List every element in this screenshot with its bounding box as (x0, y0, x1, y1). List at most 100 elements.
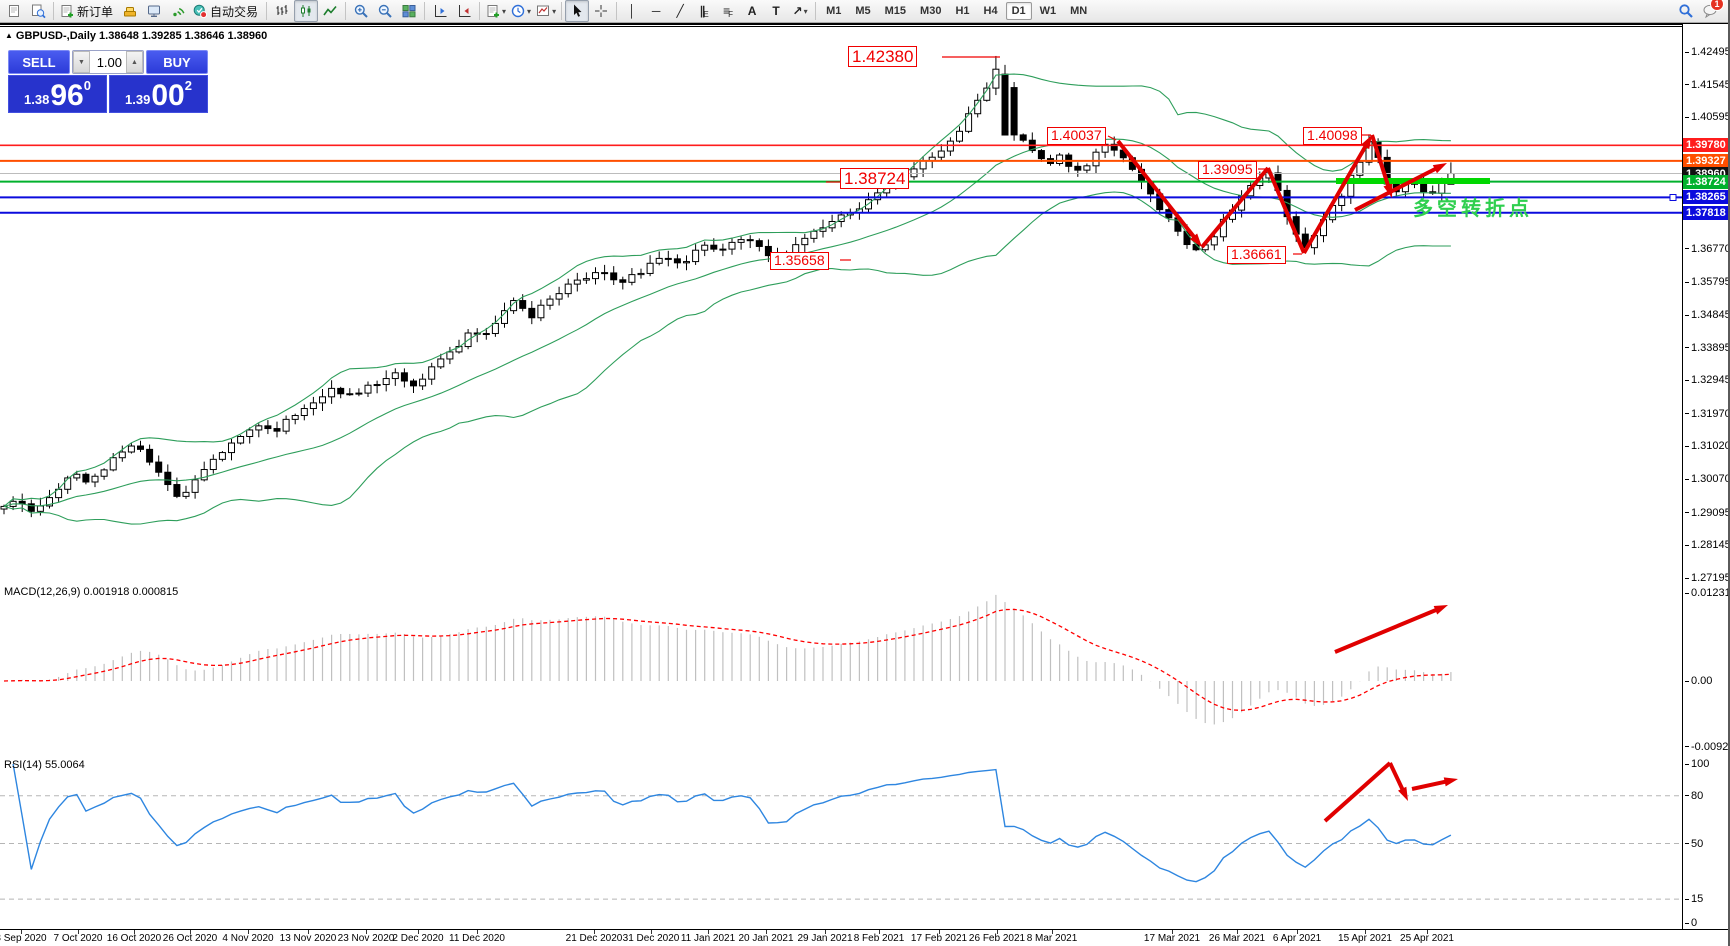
buy-price-panel[interactable]: 1.39 00 2 (109, 75, 208, 113)
zoom-out-icon (377, 3, 393, 19)
volume-increase-button[interactable]: ▲ (126, 51, 143, 73)
toolbar-crosshair[interactable] (589, 0, 613, 22)
rsi-panel-canvas[interactable] (0, 757, 1682, 929)
toolbar-text[interactable]: A (740, 0, 764, 22)
text-icon: A (748, 3, 757, 19)
axis-arrow-icon (432, 3, 448, 19)
toolbar-fibonacci-retracement[interactable]: ≡F (716, 0, 740, 22)
price-flag[interactable]: 1.36661 (1227, 246, 1286, 264)
main-chart-canvas[interactable] (0, 24, 1682, 581)
timeframe-m30[interactable]: M30 (914, 2, 947, 20)
price-badge: 1.37818 (1683, 206, 1730, 220)
toolbar-autotrading[interactable]: 自动交易 (190, 0, 263, 22)
timeframe-m15[interactable]: M15 (879, 2, 912, 20)
rsi-tick-label: 0 (1685, 917, 1697, 929)
timeframe-m1[interactable]: M1 (820, 2, 847, 20)
chevron-down-icon: ▾ (527, 7, 531, 16)
toolbar-equidistant-channel[interactable]: ∥E (692, 0, 716, 22)
date-label: 15 Apr 2021 (1338, 933, 1392, 944)
timeframe-m5[interactable]: M5 (849, 2, 876, 20)
toolbar-new-chart[interactable] (2, 0, 26, 22)
toolbar-separator (424, 2, 425, 20)
toolbar-separator (53, 2, 54, 20)
timeframe-d1[interactable]: D1 (1006, 2, 1032, 20)
toolbar-new-order[interactable]: 新订单 (57, 0, 118, 22)
price-axis[interactable]: 1.424951.415451.405951.367701.357951.348… (1682, 24, 1730, 929)
toolbar-text-label[interactable]: T (764, 0, 788, 22)
price-flag[interactable]: 1.42380 (848, 46, 917, 67)
buy-price-big: 00 (151, 82, 184, 111)
date-label: 7 Oct 2020 (54, 933, 103, 944)
rsi-tick-label: 80 (1685, 790, 1703, 802)
toolbar-line-chart[interactable] (318, 0, 342, 22)
chevron-down-icon: ▾ (804, 7, 808, 16)
annotation-text-cjk[interactable]: 多空转折点 (1413, 192, 1533, 221)
toolbar-horizontal-line[interactable]: ─ (644, 0, 668, 22)
toolbar-deposit[interactable] (118, 0, 142, 22)
toolbar-zoom-in[interactable] (349, 0, 373, 22)
sell-price-prefix: 1.38 (24, 92, 49, 107)
timeframe-h1[interactable]: H1 (949, 2, 975, 20)
toolbar-templates[interactable]: ▾ (533, 0, 558, 22)
page-plus-icon (59, 3, 75, 19)
price-flag[interactable]: 1.38724 (840, 168, 909, 189)
toolbar-candlestick-chart[interactable] (294, 0, 318, 22)
toolbar-tile-windows[interactable] (397, 0, 421, 22)
price-flag[interactable]: 1.40037 (1047, 127, 1106, 145)
sell-button[interactable]: SELL (8, 50, 70, 74)
price-flag[interactable]: 1.39095 (1198, 161, 1257, 179)
date-label: 26 Feb 2021 (969, 933, 1025, 944)
date-label: 8 Mar 2021 (1027, 933, 1078, 944)
panel-divider-rsi[interactable] (0, 24, 1730, 27)
toolbar-separator (266, 2, 267, 20)
toolbar-terminal[interactable] (142, 0, 166, 22)
price-tick-label: 1.40595 (1685, 111, 1730, 123)
date-label: 23 Nov 2020 (338, 933, 395, 944)
sell-price-panel[interactable]: 1.38 96 0 (8, 75, 107, 113)
toolbar-signals[interactable] (166, 0, 190, 22)
date-label: 16 Oct 2020 (107, 933, 161, 944)
price-tick-label: 1.33895 (1685, 342, 1730, 354)
trend-line-icon: ╱ (676, 3, 683, 19)
date-label: 21 Dec 2020 (566, 933, 623, 944)
price-tick-label: 1.27195 (1685, 572, 1730, 584)
toolbar-vertical-line[interactable]: │ (620, 0, 644, 22)
price-flag[interactable]: 1.35658 (770, 252, 829, 270)
date-label: 17 Mar 2021 (1144, 933, 1200, 944)
timeframe-mn[interactable]: MN (1064, 2, 1093, 20)
price-tick-label: 1.34845 (1685, 309, 1730, 321)
toolbar-separator (345, 2, 346, 20)
volume-value[interactable]: 1.00 (90, 51, 126, 73)
toolbar-period-presets[interactable]: ▾ (508, 0, 533, 22)
collapse-marker-icon[interactable]: ▲ (5, 31, 13, 40)
toolbar-right: 1 (1674, 0, 1728, 22)
zoom-in-icon (353, 3, 369, 19)
rsi-label: RSI(14) 55.0064 (4, 759, 85, 771)
chart-window[interactable]: 1.424951.415451.405951.367701.357951.348… (0, 23, 1730, 946)
date-label: 13 Nov 2020 (280, 933, 337, 944)
volume-decrease-button[interactable]: ▼ (73, 51, 90, 73)
toolbar-indicator-window-alt[interactable] (452, 0, 476, 22)
price-flag[interactable]: 1.40098 (1303, 127, 1362, 145)
toolbar-arrow-objects[interactable]: ↗▾ (788, 0, 812, 22)
date-label: 29 Jan 2021 (797, 933, 852, 944)
toolbar-separator (815, 2, 816, 20)
toolbar-add-indicator[interactable]: ▾ (483, 0, 508, 22)
chart-title: ▲GBPUSD-,Daily 1.38648 1.39285 1.38646 1… (5, 30, 267, 42)
macd-panel-canvas[interactable] (0, 584, 1682, 754)
toolbar-indicator-window[interactable] (428, 0, 452, 22)
timeframe-h4[interactable]: H4 (978, 2, 1004, 20)
timeframe-w1[interactable]: W1 (1034, 2, 1063, 20)
toolbar-notifications[interactable]: 1 (1698, 0, 1722, 22)
toolbar-trend-line[interactable]: ╱ (668, 0, 692, 22)
chevron-down-icon: ▾ (502, 7, 506, 16)
toolbar-profiles[interactable] (26, 0, 50, 22)
toolbar-search[interactable] (1674, 0, 1698, 22)
buy-button[interactable]: BUY (146, 50, 208, 74)
toolbar-bar-chart[interactable] (270, 0, 294, 22)
toolbar-cursor[interactable] (565, 0, 589, 22)
time-axis[interactable]: 8 Sep 20207 Oct 202016 Oct 202026 Oct 20… (0, 929, 1730, 946)
toolbar-zoom-out[interactable] (373, 0, 397, 22)
sell-price-big: 96 (50, 82, 83, 111)
one-click-trading-widget: SELL ▼ 1.00 ▲ BUY 1.38 96 0 1.39 00 2 (8, 50, 208, 113)
